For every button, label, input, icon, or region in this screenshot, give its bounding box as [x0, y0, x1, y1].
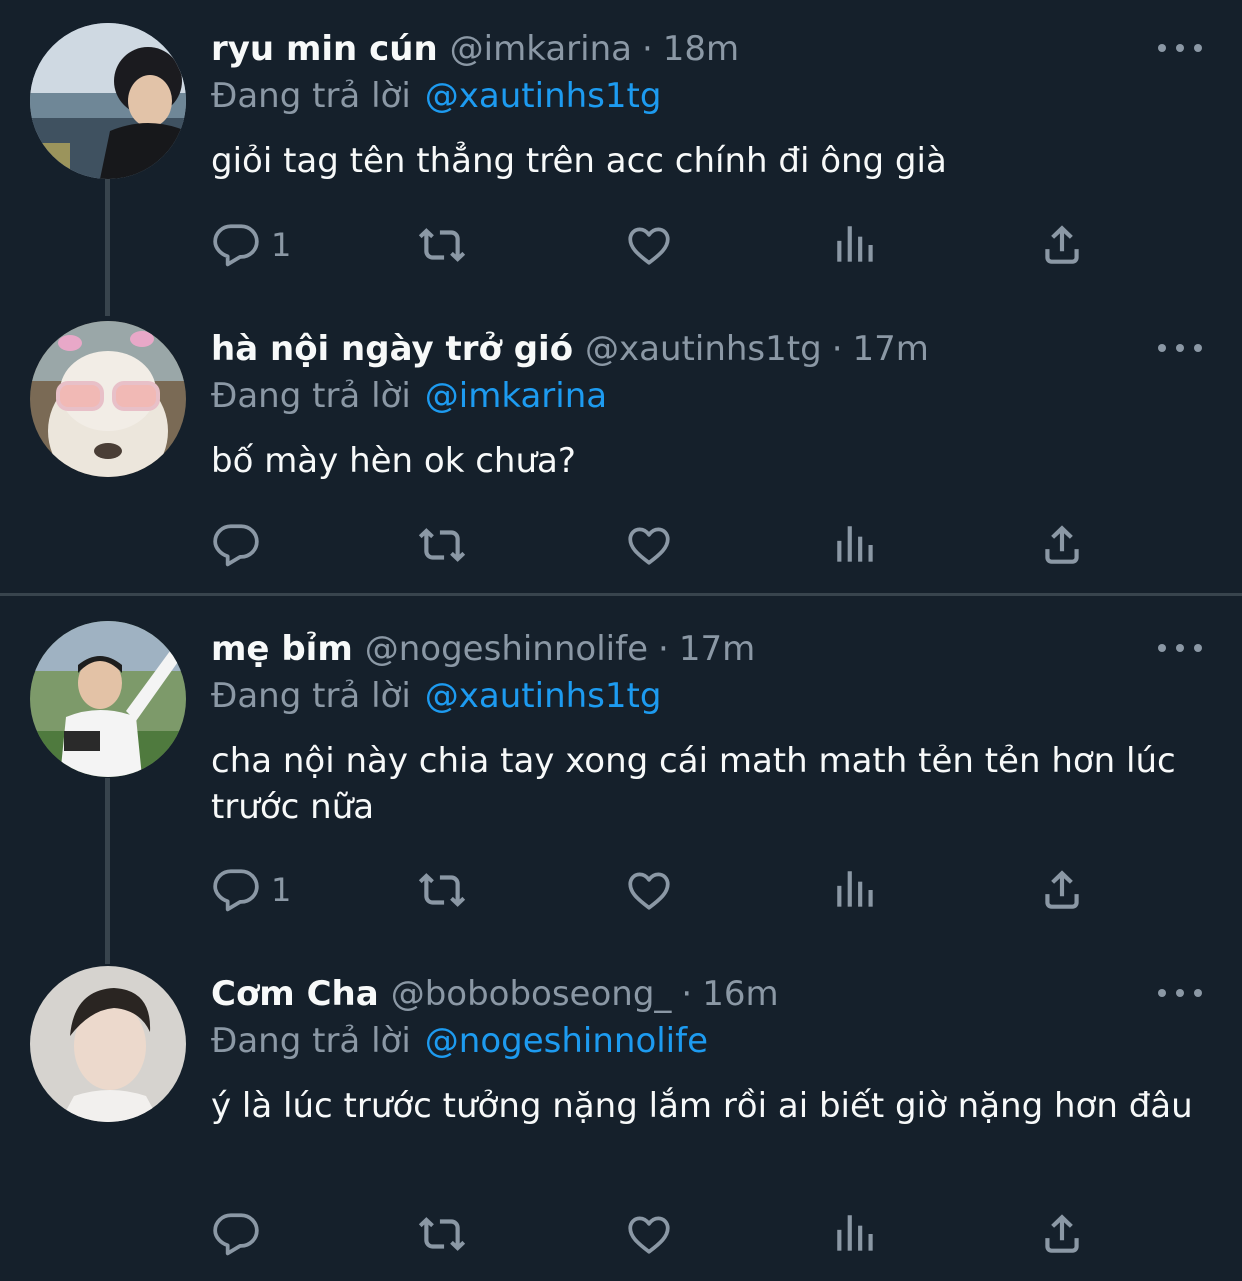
reply-button[interactable]	[211, 1209, 271, 1259]
like-button[interactable]	[624, 220, 674, 270]
separator-dot: ·	[831, 329, 843, 369]
tweet-text: giỏi tag tên thẳng trên acc chính đi ông…	[211, 141, 947, 181]
more-icon[interactable]	[1158, 338, 1202, 358]
reply-button[interactable]	[211, 520, 271, 570]
action-bar: 1	[211, 220, 1091, 270]
reply-icon	[211, 1209, 261, 1259]
timestamp[interactable]: 17m	[853, 329, 929, 369]
avatar[interactable]	[30, 321, 186, 477]
retweet-icon	[417, 220, 467, 270]
avatar[interactable]	[30, 966, 186, 1122]
more-icon[interactable]	[1158, 983, 1202, 1003]
avatar[interactable]	[30, 621, 186, 777]
replying-to: Đang trả lời @imkarina	[211, 376, 607, 416]
share-icon	[1037, 1209, 1087, 1259]
tweet-card[interactable]: ryu min cún @imkarina · 18m Đang trả lời…	[0, 0, 1242, 300]
more-icon[interactable]	[1158, 38, 1202, 58]
views-button[interactable]	[831, 1209, 881, 1259]
user-handle[interactable]: @xautinhs1tg	[585, 329, 822, 369]
replying-label: Đang trả lời	[211, 376, 411, 416]
separator-dot: ·	[641, 29, 653, 69]
reply-icon	[211, 220, 261, 270]
views-icon	[831, 520, 881, 570]
replying-to: Đang trả lời @xautinhs1tg	[211, 676, 661, 716]
action-bar: 1	[211, 865, 1091, 915]
share-icon	[1037, 520, 1087, 570]
more-icon[interactable]	[1158, 638, 1202, 658]
tweet-card[interactable]: hà nội ngày trở gió @xautinhs1tg · 17m Đ…	[0, 300, 1242, 593]
like-icon	[624, 865, 674, 915]
tweet-card[interactable]: mẹ bỉm @nogeshinnolife · 17m Đang trả lờ…	[0, 600, 1242, 945]
timestamp[interactable]: 17m	[679, 629, 755, 669]
tweet-header: mẹ bỉm @nogeshinnolife · 17m	[211, 625, 755, 673]
retweet-button[interactable]	[417, 520, 467, 570]
timestamp[interactable]: 18m	[663, 29, 739, 69]
separator-dot: ·	[681, 974, 693, 1014]
reply-count: 1	[271, 226, 292, 264]
like-icon	[624, 220, 674, 270]
display-name[interactable]: mẹ bỉm	[211, 629, 353, 669]
tweet-header: hà nội ngày trở gió @xautinhs1tg · 17m	[211, 325, 929, 373]
display-name[interactable]: ryu min cún	[211, 29, 438, 69]
like-button[interactable]	[624, 865, 674, 915]
tweet-header: Cơm Cha @boboboseong_ · 16m	[211, 970, 779, 1018]
share-icon	[1037, 220, 1087, 270]
replying-label: Đang trả lời	[211, 1021, 411, 1061]
mention-link[interactable]: @imkarina	[425, 376, 607, 416]
share-button[interactable]	[1037, 865, 1087, 915]
views-button[interactable]	[831, 865, 881, 915]
tweet-header: ryu min cún @imkarina · 18m	[211, 25, 739, 73]
share-icon	[1037, 865, 1087, 915]
retweet-button[interactable]	[417, 865, 467, 915]
display-name[interactable]: Cơm Cha	[211, 974, 379, 1014]
views-icon	[831, 220, 881, 270]
mention-link[interactable]: @nogeshinnolife	[425, 1021, 708, 1061]
like-icon	[624, 520, 674, 570]
reply-button[interactable]: 1	[211, 220, 291, 270]
retweet-icon	[417, 520, 467, 570]
share-button[interactable]	[1037, 1209, 1087, 1259]
share-button[interactable]	[1037, 220, 1087, 270]
action-bar	[211, 520, 1091, 570]
views-icon	[831, 865, 881, 915]
replying-to: Đang trả lời @xautinhs1tg	[211, 76, 661, 116]
retweet-icon	[417, 865, 467, 915]
user-handle[interactable]: @imkarina	[450, 29, 632, 69]
timestamp[interactable]: 16m	[702, 974, 778, 1014]
avatar[interactable]	[30, 23, 186, 179]
reply-icon	[211, 865, 261, 915]
user-handle[interactable]: @nogeshinnolife	[365, 629, 648, 669]
retweet-icon	[417, 1209, 467, 1259]
like-icon	[624, 1209, 674, 1259]
separator-dot: ·	[658, 629, 669, 669]
reply-count: 1	[271, 871, 292, 909]
action-bar	[211, 1209, 1091, 1259]
mention-link[interactable]: @xautinhs1tg	[425, 76, 662, 116]
views-icon	[831, 1209, 881, 1259]
retweet-button[interactable]	[417, 220, 467, 270]
views-button[interactable]	[831, 520, 881, 570]
mention-link[interactable]: @xautinhs1tg	[425, 676, 662, 716]
user-handle[interactable]: @boboboseong_	[391, 974, 672, 1014]
like-button[interactable]	[624, 1209, 674, 1259]
display-name[interactable]: hà nội ngày trở gió	[211, 329, 573, 369]
tweet-text: ý là lúc trước tưởng nặng lắm rồi ai biế…	[211, 1086, 1193, 1126]
reply-button[interactable]: 1	[211, 865, 291, 915]
tweet-text: cha nội này chia tay xong cái math math …	[211, 741, 1176, 827]
views-button[interactable]	[831, 220, 881, 270]
reply-icon	[211, 520, 261, 570]
thread-divider	[0, 593, 1242, 596]
share-button[interactable]	[1037, 520, 1087, 570]
tweet-text: bố mày hèn ok chưa?	[211, 441, 576, 481]
like-button[interactable]	[624, 520, 674, 570]
replying-to: Đang trả lời @nogeshinnolife	[211, 1021, 708, 1061]
replying-label: Đang trả lời	[211, 676, 411, 716]
replying-label: Đang trả lời	[211, 76, 411, 116]
tweet-card[interactable]: Cơm Cha @boboboseong_ · 16m Đang trả lời…	[0, 945, 1242, 1281]
retweet-button[interactable]	[417, 1209, 467, 1259]
